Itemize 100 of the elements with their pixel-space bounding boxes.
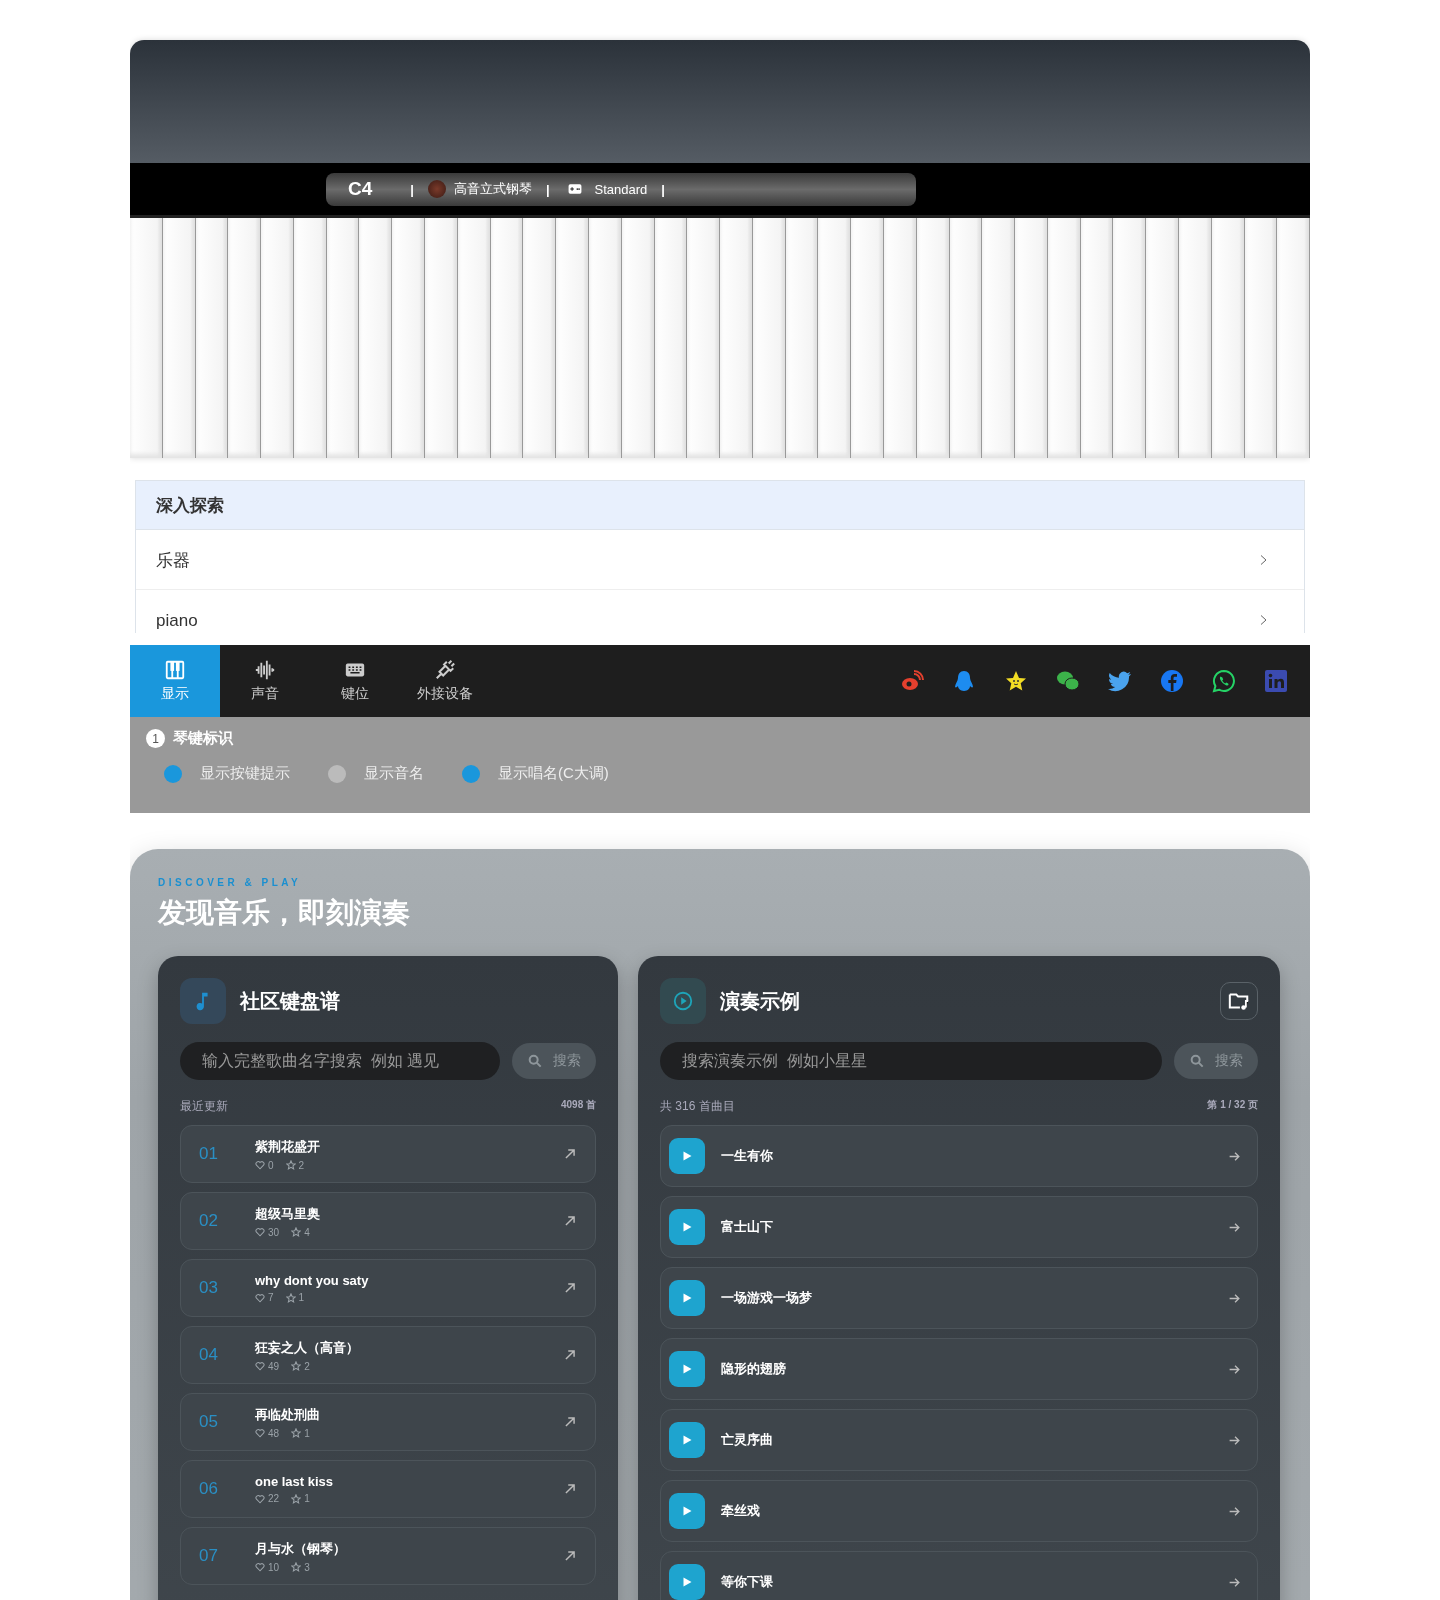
piano-key[interactable] (1113, 218, 1147, 458)
piano-key[interactable] (851, 218, 884, 458)
piano-key[interactable] (425, 218, 458, 458)
heart-icon (255, 1361, 265, 1371)
demo-row[interactable]: 一生有你 (660, 1125, 1258, 1187)
demo-row[interactable]: 牵丝戏 (660, 1480, 1258, 1542)
bird-icon[interactable] (1108, 669, 1132, 693)
song-row[interactable]: 06 one last kiss 22 1 (180, 1460, 596, 1518)
piano-key[interactable] (621, 218, 655, 458)
folder-button[interactable] (1220, 982, 1258, 1020)
toolbar-tab[interactable]: 外接设备 (400, 645, 490, 717)
piano-key[interactable] (1211, 218, 1245, 458)
play-button[interactable] (669, 1209, 705, 1245)
step-number: 1 (146, 729, 165, 748)
arrow-up-right-icon (563, 1415, 577, 1429)
phone-bubble-icon[interactable] (1212, 669, 1236, 693)
piano-key[interactable] (392, 218, 426, 458)
piano-key[interactable] (490, 218, 524, 458)
instrument-label[interactable]: 高音立式钢琴 (453, 180, 532, 198)
piano-key[interactable] (949, 218, 983, 458)
song-title: why dont you saty (255, 1273, 370, 1288)
piano-key[interactable] (883, 218, 917, 458)
toolbar-tab[interactable]: 声音 (220, 645, 310, 717)
piano-key[interactable] (982, 218, 1016, 458)
song-row[interactable]: 03 why dont you saty 7 1 (180, 1259, 596, 1317)
play-icon (681, 1292, 693, 1304)
piano-key[interactable] (588, 218, 622, 458)
piano-key[interactable] (1146, 218, 1179, 458)
song-title: 狂妄之人（高音） (255, 1338, 360, 1357)
piano-key[interactable] (752, 218, 786, 458)
penguin-icon[interactable] (952, 669, 976, 693)
keymap-label[interactable]: Standard (594, 181, 648, 197)
section-title: 发现音乐，即刻演奏 (158, 896, 411, 930)
search-field[interactable]: 搜索演奏示例 例如小星星 (660, 1042, 1162, 1080)
play-icon (681, 1576, 693, 1588)
play-icon (681, 1505, 693, 1517)
arrow-right-icon (1228, 1149, 1241, 1163)
piano-key[interactable] (818, 218, 852, 458)
rank-number: 06 (199, 1479, 219, 1499)
demo-row[interactable]: 等你下课 (660, 1551, 1258, 1600)
play-button[interactable] (669, 1351, 705, 1387)
play-button[interactable] (669, 1422, 705, 1458)
play-button[interactable] (669, 1138, 705, 1174)
rank-number: 07 (199, 1546, 219, 1566)
total-count: 共 316 首曲目 (660, 1098, 735, 1115)
toolbar-tab[interactable]: 键位 (310, 645, 400, 717)
smiling-star-icon[interactable] (1004, 669, 1028, 693)
demo-row[interactable]: 亡灵序曲 (660, 1409, 1258, 1471)
piano-key[interactable] (293, 218, 327, 458)
piano-key[interactable] (326, 218, 360, 458)
song-row[interactable]: 01 紫荆花盛开 0 2 (180, 1125, 596, 1183)
piano-key[interactable] (359, 218, 393, 458)
star-icon (285, 1160, 296, 1170)
play-button[interactable] (669, 1564, 705, 1600)
piano-key[interactable] (457, 218, 491, 458)
piano-key[interactable] (720, 218, 753, 458)
piano-key[interactable] (1179, 218, 1212, 458)
rank-number: 04 (199, 1345, 219, 1365)
song-title: one last kiss (255, 1474, 335, 1489)
piano-key[interactable] (687, 218, 721, 458)
piano-icon (164, 659, 186, 681)
heart-icon (255, 1160, 265, 1170)
piano-key[interactable] (1080, 218, 1114, 458)
play-icon (681, 1363, 693, 1375)
panel-title: 演奏示例 (720, 988, 800, 1014)
demo-row[interactable]: 隐形的翅膀 (660, 1338, 1258, 1400)
play-icon (681, 1221, 693, 1233)
piano-key[interactable] (261, 218, 294, 458)
piano-key[interactable] (556, 218, 589, 458)
piano-key[interactable] (1015, 218, 1048, 458)
piano-key[interactable] (130, 218, 163, 458)
song-row[interactable]: 02 超级马里奥 30 4 (180, 1192, 596, 1250)
item-label: piano (156, 609, 198, 631)
chat-bubbles-icon[interactable] (1056, 669, 1080, 693)
page-indicator: 第 1 / 32 页 (1207, 1098, 1258, 1112)
piano-key[interactable] (1047, 218, 1081, 458)
search-field[interactable]: 输入完整歌曲名字搜索 例如 遇见 (180, 1042, 500, 1080)
piano-key[interactable] (523, 218, 557, 458)
piano-key[interactable] (785, 218, 819, 458)
demo-title: 等你下课 (721, 1573, 774, 1591)
piano-key[interactable] (1277, 218, 1310, 458)
play-button[interactable] (669, 1493, 705, 1529)
song-row[interactable]: 07 月与水（钢琴） 10 3 (180, 1527, 596, 1585)
demo-row[interactable]: 富士山下 (660, 1196, 1258, 1258)
demo-row[interactable]: 一场游戏一场梦 (660, 1267, 1258, 1329)
square-letters-icon[interactable] (1264, 669, 1288, 693)
demo-title: 牵丝戏 (721, 1502, 761, 1520)
piano-key[interactable] (195, 218, 229, 458)
song-row[interactable]: 04 狂妄之人（高音） 49 2 (180, 1326, 596, 1384)
piano-key[interactable] (162, 218, 196, 458)
circle-letter-icon[interactable] (1160, 669, 1184, 693)
play-button[interactable] (669, 1280, 705, 1316)
piano-key[interactable] (1244, 218, 1278, 458)
song-row[interactable]: 05 再临处刑曲 48 1 (180, 1393, 596, 1451)
piano-key[interactable] (916, 218, 950, 458)
eye-waves-icon[interactable] (900, 669, 924, 693)
piano-key[interactable] (228, 218, 262, 458)
piano-key[interactable] (654, 218, 688, 458)
arrow-right-icon (1228, 1433, 1241, 1447)
star-icon (291, 1493, 302, 1504)
